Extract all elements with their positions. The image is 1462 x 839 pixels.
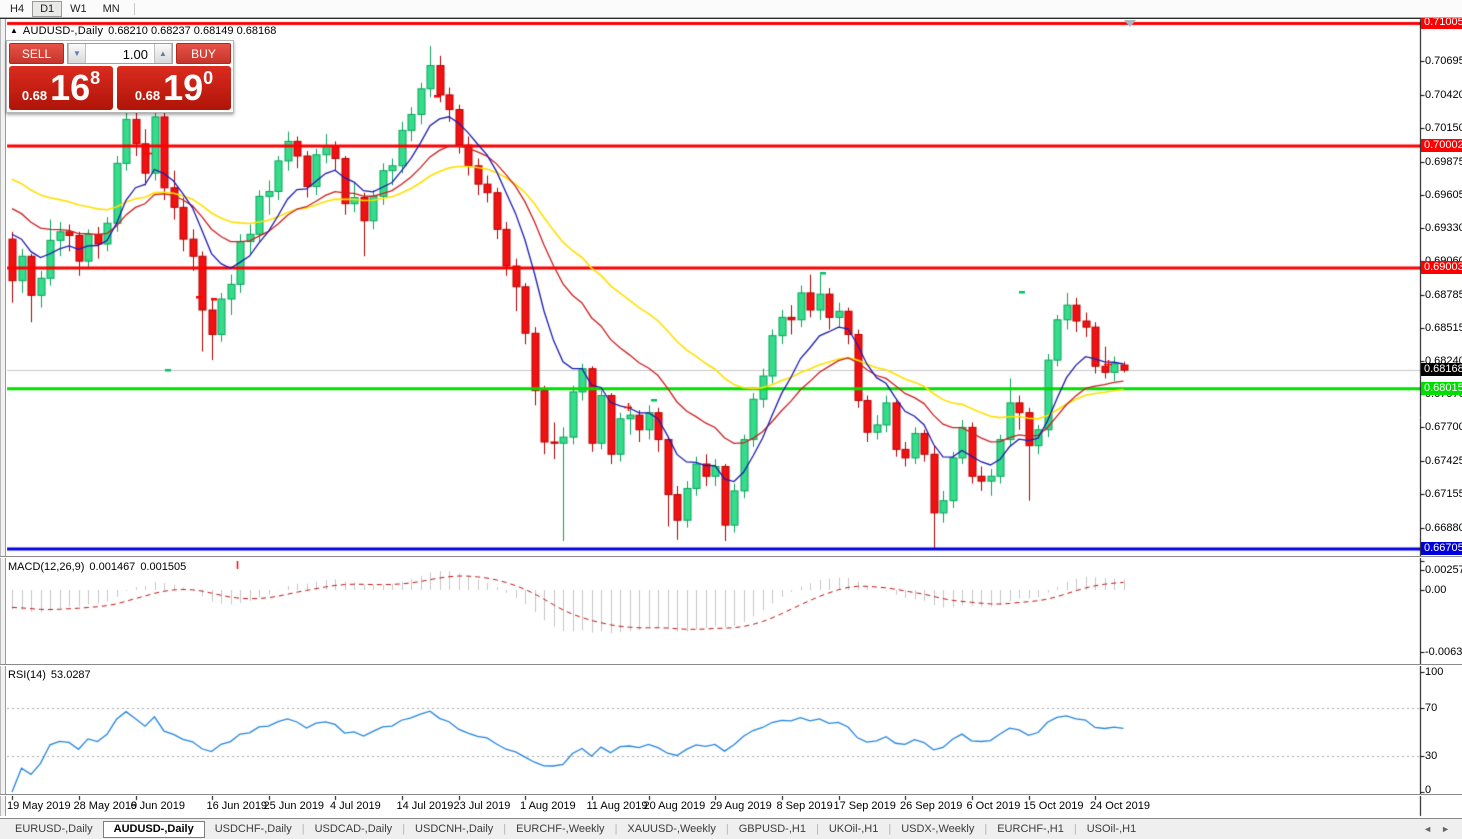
date-axis-label: 4 Jul 2019 [330,800,381,812]
sell-button[interactable]: SELL [9,43,64,64]
macd-axis-label: -0.006326 [1425,646,1462,658]
volume-spinner: ▼ 1.00 ▲ [67,43,173,64]
tab-scroll-left-icon[interactable]: ◄ [1423,824,1432,834]
rsi-axis-label: 100 [1425,666,1462,678]
volume-increase-icon[interactable]: ▲ [154,44,172,63]
chart-tab-audusd-daily[interactable]: AUDUSD-,Daily [103,821,205,838]
price-axis-label: 0.69605 [1425,189,1462,201]
macd-signal-value: 0.001505 [140,561,186,573]
macd-indicator-label: MACD(12,26,9) 0.001467 0.001505 [8,561,191,573]
date-axis-label: 23 Jul 2019 [454,800,511,812]
price-axis-label: 0.69330 [1425,222,1462,234]
date-axis-label: 28 May 2019 [74,800,138,812]
buy-price-sup: 0 [203,68,213,89]
tab-scroll-arrows: ◄► [1423,824,1462,834]
rsi-axis-label: 70 [1425,702,1462,714]
rsi-name: RSI(14) [8,669,46,681]
date-axis-label: 25 Jun 2019 [264,800,325,812]
level-price-chip: 0.71005 [1421,16,1462,29]
price-axis-label: 0.68515 [1425,322,1462,334]
macd-name: MACD(12,26,9) [8,561,84,573]
price-axis-label: 0.67155 [1425,488,1462,500]
rsi-axis-label: 30 [1425,750,1462,762]
rsi-value: 53.0287 [51,669,91,681]
timeframe-h4-button[interactable]: H4 [2,1,32,17]
pane-splitter[interactable] [0,664,1462,666]
date-axis-label: 19 May 2019 [7,800,71,812]
price-axis-label: 0.67700 [1425,421,1462,433]
pane-splitter[interactable] [0,794,1462,796]
price-axis-label: 0.70420 [1425,89,1462,101]
level-price-chip: 0.69003 [1421,261,1462,274]
price-axis-label: 0.66880 [1425,522,1462,534]
date-axis-label: 6 Oct 2019 [967,800,1021,812]
timeframe-toolbar: H4 D1 W1 MN [0,0,1462,18]
date-axis-label: 11 Aug 2019 [587,800,648,812]
buy-price-big: 19 [163,66,203,110]
chart-symbol-label: AUDUSD-,Daily [23,25,103,37]
one-click-trading-panel: SELL ▼ 1.00 ▲ BUY 0.68 16 8 0.68 19 0 [6,40,234,113]
price-axis-label: 0.67425 [1425,455,1462,467]
macd-value: 0.001467 [89,561,135,573]
chart-tab-usdchf-daily[interactable]: USDCHF-,Daily [205,821,302,838]
tab-scroll-right-icon[interactable]: ► [1441,824,1450,834]
chart-tab-bar: EURUSD-,DailyAUDUSD-,DailyUSDCHF-,Daily|… [0,818,1462,839]
date-axis-label: 17 Sep 2019 [834,800,896,812]
buy-price-prefix: 0.68 [135,88,160,103]
date-axis-label: 26 Sep 2019 [900,800,962,812]
chart-tab-xauusd-weekly[interactable]: XAUUSD-,Weekly [617,821,725,838]
collapse-arrow-icon[interactable]: ▲ [10,27,18,35]
date-axis-label: 8 Sep 2019 [777,800,833,812]
level-price-chip: 0.68015 [1421,382,1462,395]
date-axis-label: 15 Oct 2019 [1024,800,1084,812]
buy-button[interactable]: BUY [176,43,231,64]
buy-price-button[interactable]: 0.68 19 0 [117,66,231,110]
chart-tab-eurchf-weekly[interactable]: EURCHF-,Weekly [506,821,614,838]
toolbar-separator [134,3,135,15]
rsi-indicator-label: RSI(14) 53.0287 [8,669,96,681]
window-left-frame [0,19,7,816]
date-axis-label: 20 Aug 2019 [644,800,706,812]
date-axis-label: 1 Aug 2019 [520,800,576,812]
date-axis-label: 14 Jul 2019 [397,800,454,812]
chart-shift-marker[interactable] [1124,20,1136,27]
level-price-chip: 0.66705 [1421,542,1462,555]
timeframe-mn-button[interactable]: MN [95,1,128,17]
chart-tab-gbpusd-h1[interactable]: GBPUSD-,H1 [729,821,816,838]
pane-splitter[interactable] [0,556,1462,558]
volume-input[interactable]: 1.00 [86,44,154,63]
price-axis-label: 0.68785 [1425,289,1462,301]
sell-price-big: 16 [50,66,90,110]
chart-tab-usdx-weekly[interactable]: USDX-,Weekly [891,821,984,838]
chart-tab-ukoil-h1[interactable]: UKOil-,H1 [819,821,889,838]
timeframe-w1-button[interactable]: W1 [62,1,95,17]
price-axis-label: 0.70695 [1425,55,1462,67]
chart-tab-usdcad-daily[interactable]: USDCAD-,Daily [305,821,403,838]
price-axis-label: 0.70150 [1425,122,1462,134]
macd-axis-label: 0.00 [1425,584,1462,596]
date-axis-label: 29 Aug 2019 [710,800,772,812]
date-axis-label: 6 Jun 2019 [131,800,185,812]
level-price-chip: 0.70002 [1421,139,1462,152]
chart-title: ▲ AUDUSD-,Daily 0.68210 0.68237 0.68149 … [10,25,276,37]
macd-axis-label: 0.002574 [1425,564,1462,576]
chart-tab-eurchf-h1[interactable]: EURCHF-,H1 [987,821,1074,838]
timeframe-d1-button[interactable]: D1 [32,1,62,17]
chart-tab-eurusd-daily[interactable]: EURUSD-,Daily [5,821,103,838]
chart-ohlc-values: 0.68210 0.68237 0.68149 0.68168 [108,25,276,37]
date-axis-label: 16 Jun 2019 [207,800,268,812]
sell-price-prefix: 0.68 [22,88,47,103]
sell-price-button[interactable]: 0.68 16 8 [9,66,113,110]
chart-tab-usdcnh-daily[interactable]: USDCNH-,Daily [405,821,503,838]
chart-window-border [0,18,1462,19]
current-price-chip: 0.68168 [1421,363,1462,376]
price-axis-label: 0.69875 [1425,156,1462,168]
date-axis-label: 24 Oct 2019 [1090,800,1150,812]
sell-price-sup: 8 [90,68,100,89]
price-chart-canvas[interactable] [0,0,1462,818]
volume-decrease-icon[interactable]: ▼ [68,44,86,63]
chart-tab-usoil-h1[interactable]: USOil-,H1 [1077,821,1147,838]
